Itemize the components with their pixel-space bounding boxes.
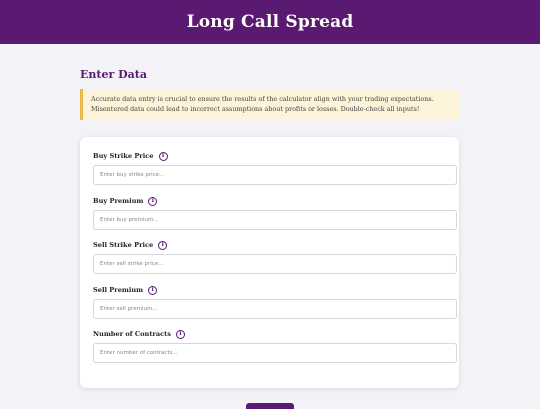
info-icon[interactable]: i [148,196,158,206]
page-title: Long Call Spread [186,12,354,32]
app-header: Long Call Spread [0,0,540,44]
buy-strike-price-label: Buy Strike Price [93,152,154,160]
number-of-contracts-field: Number of Contracts i [93,329,457,363]
sell-strike-price-label: Sell Strike Price [93,241,154,249]
buy-premium-input[interactable] [93,210,457,230]
buy-premium-label: Buy Premium [93,197,144,205]
number-of-contracts-input[interactable] [93,343,457,363]
info-icon[interactable]: i [175,329,185,339]
sell-premium-input[interactable] [93,299,457,319]
info-icon[interactable]: i [158,240,168,250]
section-title: Enter Data [80,68,147,81]
warning-notice: Accurate data entry is crucial to ensure… [80,89,459,120]
calculate-button[interactable] [246,403,294,409]
number-of-contracts-label: Number of Contracts [93,330,171,338]
info-icon[interactable]: i [148,285,158,295]
sell-strike-price-field: Sell Strike Price i [93,240,457,274]
input-form-card: Buy Strike Price i Buy Premium i Sell St… [80,137,459,388]
info-icon[interactable]: i [158,151,168,161]
buy-strike-price-input[interactable] [93,165,457,185]
sell-strike-price-input[interactable] [93,254,457,274]
buy-strike-price-field: Buy Strike Price i [93,151,457,185]
sell-premium-label: Sell Premium [93,286,144,294]
buy-premium-field: Buy Premium i [93,196,457,230]
sell-premium-field: Sell Premium i [93,285,457,319]
